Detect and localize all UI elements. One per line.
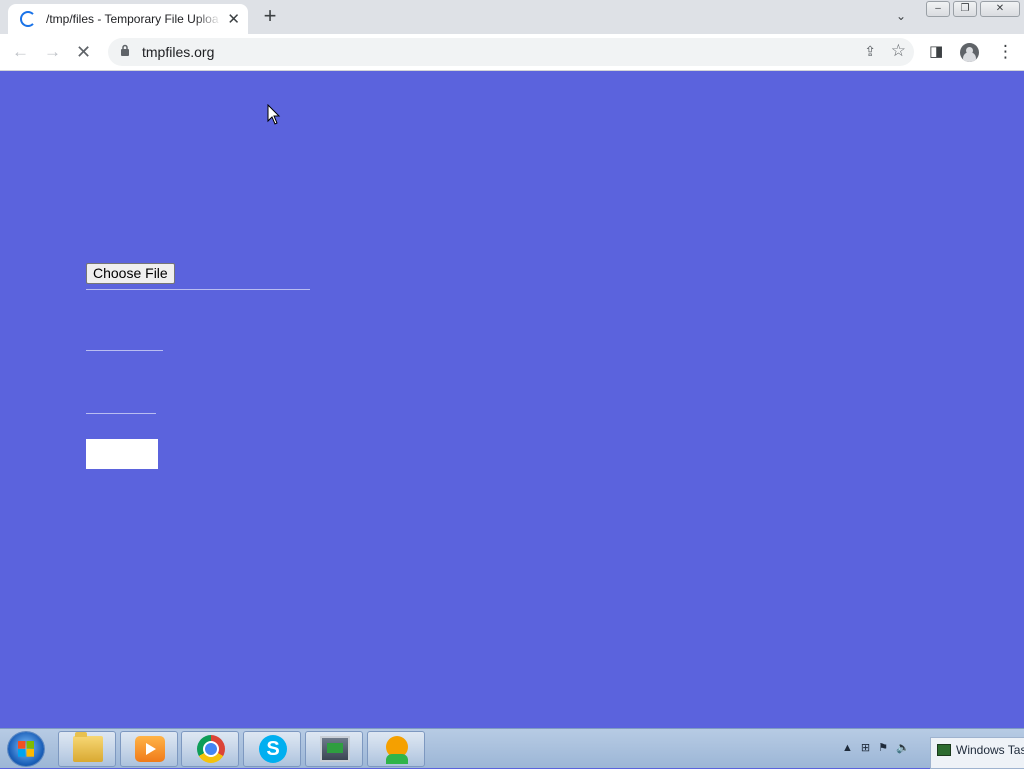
- back-arrow-icon[interactable]: ←: [12, 42, 29, 62]
- loading-spinner-icon: [20, 11, 36, 27]
- tab-title: /tmp/files - Temporary File Uploa: [46, 12, 219, 26]
- mouse-cursor-icon: [267, 104, 281, 125]
- start-button[interactable]: [8, 732, 44, 766]
- minimize-button[interactable]: –: [926, 1, 950, 17]
- action-center-flag-icon[interactable]: ⚑: [878, 741, 888, 754]
- file-input-row: Choose File: [86, 263, 310, 290]
- page-content: Choose File: [0, 71, 1024, 728]
- avatar-app-icon: [382, 736, 412, 764]
- new-tab-button[interactable]: +: [260, 5, 280, 27]
- bookmark-star-icon[interactable]: ☆: [891, 41, 906, 61]
- volume-icon[interactable]: 🔈: [896, 741, 910, 754]
- profile-avatar-icon[interactable]: [960, 43, 979, 62]
- network-tray-icon[interactable]: ⊞: [861, 741, 870, 754]
- taskbar-skype-button[interactable]: S: [243, 731, 301, 767]
- address-bar[interactable]: tmpfiles.org ⇪ ☆: [108, 38, 914, 66]
- taskbar-network-monitor-button[interactable]: [305, 731, 363, 767]
- task-manager-icon: [937, 744, 951, 756]
- taskbar-chrome-button[interactable]: [181, 731, 239, 767]
- taskbar-media-player-button[interactable]: [120, 731, 178, 767]
- side-panel-icon[interactable]: ◨: [929, 42, 943, 60]
- system-tray: ▲ ⊞ ⚑ 🔈: [842, 741, 918, 755]
- windows-taskbar: S ▲ ⊞ ⚑ 🔈 Windows Tas: [0, 728, 1024, 769]
- network-monitor-icon: [320, 736, 350, 762]
- share-icon[interactable]: ⇪: [864, 43, 876, 60]
- lock-icon[interactable]: [120, 44, 130, 59]
- tab-close-icon[interactable]: ✕: [227, 12, 240, 27]
- chrome-icon: [197, 735, 225, 763]
- show-hidden-icons-chevron-icon[interactable]: ▲: [842, 742, 853, 754]
- tab-search-chevron-icon[interactable]: ⌄: [896, 9, 906, 23]
- form-field-underline[interactable]: [86, 413, 156, 414]
- form-field-underline[interactable]: [86, 350, 163, 351]
- stop-loading-icon[interactable]: ✕: [76, 42, 91, 62]
- restore-button[interactable]: ❐: [953, 1, 977, 17]
- media-player-icon: [135, 736, 165, 762]
- window-close-button[interactable]: ✕: [980, 1, 1020, 17]
- kebab-menu-icon[interactable]: ⋮: [997, 42, 1014, 62]
- skype-icon: S: [259, 735, 287, 763]
- task-manager-preview[interactable]: Windows Tas: [930, 737, 1024, 769]
- folder-icon: [73, 732, 103, 762]
- upload-submit-button[interactable]: [86, 439, 158, 469]
- choose-file-button[interactable]: Choose File: [86, 263, 175, 284]
- url-text[interactable]: tmpfiles.org: [142, 44, 214, 60]
- tab-strip: /tmp/files - Temporary File Uploa ✕ + ⌄ …: [0, 0, 1024, 34]
- task-manager-label: Windows Tas: [956, 743, 1024, 757]
- forward-arrow-icon[interactable]: →: [44, 42, 61, 62]
- taskbar-app-button[interactable]: [367, 731, 425, 767]
- browser-toolbar: ← → ✕ tmpfiles.org ⇪ ☆ ◨ ⋮: [0, 34, 1024, 71]
- browser-tab-active[interactable]: /tmp/files - Temporary File Uploa ✕: [8, 4, 248, 34]
- taskbar-explorer-button[interactable]: [58, 731, 116, 767]
- window-controls: – ❐ ✕: [923, 1, 1020, 17]
